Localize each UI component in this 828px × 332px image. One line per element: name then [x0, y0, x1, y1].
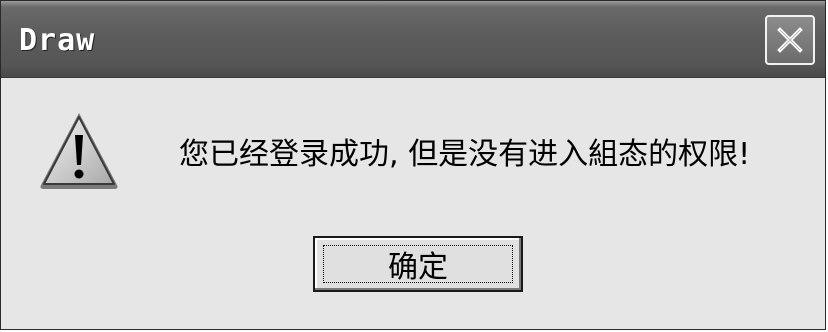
ok-button-label: 确定 — [388, 250, 448, 285]
dialog-message: 您已经登录成功, 但是没有进入組态的权限! — [179, 137, 751, 172]
dialog-window: Draw 您已经登录成功, 但是没有进入組态的权限! 确定 — [0, 0, 826, 330]
close-icon — [777, 27, 803, 53]
ok-button[interactable]: 确定 — [313, 236, 523, 292]
window-title: Draw — [19, 23, 96, 58]
close-button[interactable] — [765, 15, 815, 65]
dialog-body: 您已经登录成功, 但是没有进入組态的权限! 确定 — [9, 79, 817, 321]
warning-icon — [40, 113, 118, 189]
title-bar[interactable]: Draw — [1, 1, 825, 78]
